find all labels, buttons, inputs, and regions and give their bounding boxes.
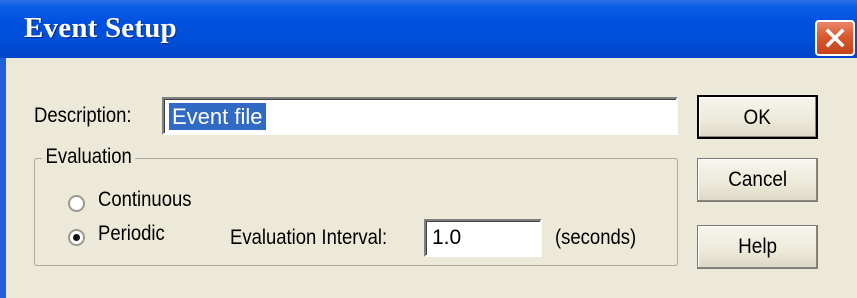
dialog-title: Event Setup <box>24 12 177 44</box>
radio-selected-dot <box>73 234 80 241</box>
ok-button-label: OK <box>743 106 772 129</box>
help-button-label: Help <box>738 235 777 258</box>
window-border <box>0 58 6 298</box>
close-button[interactable] <box>815 20 855 56</box>
close-icon <box>825 28 845 48</box>
evaluation-interval-input[interactable]: 1.0 <box>424 219 542 257</box>
help-button[interactable]: Help <box>697 225 818 269</box>
continuous-radio[interactable] <box>68 195 85 212</box>
cancel-button-label: Cancel <box>728 168 787 191</box>
evaluation-interval-label: Evaluation Interval: <box>230 226 388 249</box>
description-label: Description: <box>34 104 132 127</box>
periodic-radio[interactable] <box>68 229 85 246</box>
event-setup-dialog: Event Setup Description: Event file Eval… <box>0 0 857 298</box>
description-value: Event file <box>169 103 266 130</box>
evaluation-legend: Evaluation <box>42 145 136 169</box>
continuous-label[interactable]: Continuous <box>98 188 192 212</box>
evaluation-interval-value: 1.0 <box>432 226 462 249</box>
title-bar[interactable]: Event Setup <box>0 0 857 58</box>
periodic-label[interactable]: Periodic <box>98 222 165 246</box>
seconds-unit-label: (seconds) <box>555 226 637 249</box>
ok-button[interactable]: OK <box>697 95 818 139</box>
cancel-button[interactable]: Cancel <box>697 158 818 202</box>
description-input[interactable]: Event file <box>162 97 678 135</box>
